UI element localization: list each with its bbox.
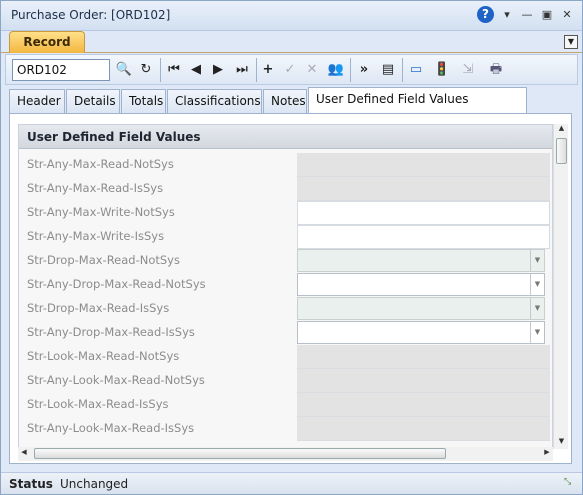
help-icon[interactable]: ? bbox=[477, 6, 494, 23]
vertical-scrollbar[interactable]: ▲ ▼ bbox=[553, 124, 568, 449]
udf-field-label: Str-Any-Drop-Max-Read-NotSys bbox=[27, 277, 206, 291]
dropdown-arrow-icon[interactable]: ▼ bbox=[530, 322, 544, 343]
udf-readonly-field bbox=[297, 417, 550, 441]
window-view-icon[interactable]: ▭ bbox=[406, 60, 426, 80]
section-title: User Defined Field Values bbox=[19, 125, 552, 149]
list-view-icon[interactable]: ▤ bbox=[378, 60, 398, 80]
dropdown-arrow-icon[interactable]: ▼ bbox=[530, 298, 544, 319]
udf-field-row: Str-Any-Max-Write-NotSys bbox=[19, 201, 552, 225]
window-controls: ? ▾ — ▣ ✕ bbox=[477, 6, 574, 23]
traffic-light-icon[interactable]: 🚦 bbox=[432, 60, 452, 80]
toolbar-separator bbox=[256, 58, 257, 82]
udf-field-row: Str-Drop-Max-Read-NotSys ▼ bbox=[19, 249, 552, 273]
scroll-down-icon[interactable]: ▼ bbox=[554, 437, 569, 449]
toolbar-separator bbox=[402, 58, 403, 82]
udf-field-label: Str-Drop-Max-Read-NotSys bbox=[27, 253, 180, 267]
export-icon[interactable]: ⇲ bbox=[458, 60, 478, 80]
udf-field-label: Str-Any-Max-Read-NotSys bbox=[27, 157, 174, 171]
save-check-icon[interactable]: ✓ bbox=[280, 60, 300, 80]
maximize-icon[interactable]: ▣ bbox=[540, 8, 554, 22]
udf-field-row: Str-Drop-Max-Read-IsSys ▼ bbox=[19, 297, 552, 321]
udf-field-row: Str-Any-Drop-Max-Read-IsSys ▼ bbox=[19, 321, 552, 345]
status-label: Status bbox=[9, 477, 53, 491]
scroll-left-icon[interactable]: ◀ bbox=[18, 448, 30, 460]
udf-readonly-field bbox=[297, 369, 550, 393]
dropdown-arrow-icon[interactable]: ▼ bbox=[530, 250, 544, 271]
refresh-icon[interactable]: ↻ bbox=[136, 60, 156, 80]
tab-classifications[interactable]: Classifications bbox=[167, 89, 262, 113]
scroll-right-icon[interactable]: ▶ bbox=[541, 448, 553, 460]
next-record-icon[interactable]: ▶ bbox=[208, 60, 228, 80]
udf-field-row: Str-Any-Drop-Max-Read-NotSys ▼ bbox=[19, 273, 552, 297]
udf-field-label: Str-Look-Max-Read-IsSys bbox=[27, 397, 169, 411]
dropdown-arrow-icon[interactable]: ▼ bbox=[530, 274, 544, 295]
search-icon[interactable]: 🔍 bbox=[114, 60, 134, 80]
status-bar: Status Unchanged ⤡ bbox=[1, 472, 582, 494]
udf-readonly-field bbox=[297, 177, 550, 201]
udf-field-label: Str-Any-Drop-Max-Read-IsSys bbox=[27, 325, 195, 339]
tab-notes[interactable]: Notes bbox=[263, 89, 307, 113]
udf-readonly-field bbox=[297, 345, 550, 369]
toolbar-separator bbox=[160, 58, 161, 82]
udf-dropdown[interactable]: ▼ bbox=[297, 249, 545, 272]
record-tab[interactable]: Record bbox=[9, 31, 85, 53]
udf-field-row: Str-Any-Max-Write-IsSys bbox=[19, 225, 552, 249]
users-icon[interactable]: 👥 bbox=[326, 60, 346, 80]
udf-readonly-field bbox=[297, 153, 550, 177]
previous-record-icon[interactable]: ◀ bbox=[186, 60, 206, 80]
resize-grip-icon[interactable]: ⤡ bbox=[564, 477, 578, 491]
udf-section: User Defined Field Values Str-Any-Max-Re… bbox=[18, 124, 553, 449]
udf-text-input[interactable] bbox=[297, 201, 550, 225]
status-value: Unchanged bbox=[60, 477, 129, 491]
udf-field-row: Str-Any-Look-Max-Read-IsSys bbox=[19, 417, 552, 441]
tab-header[interactable]: Header bbox=[9, 89, 65, 113]
udf-field-label: Str-Any-Max-Write-NotSys bbox=[27, 205, 175, 219]
udf-field-label: Str-Any-Look-Max-Read-NotSys bbox=[27, 373, 205, 387]
scroll-up-icon[interactable]: ▲ bbox=[554, 124, 569, 136]
print-icon[interactable]: 🖶 bbox=[486, 60, 506, 80]
collapse-icon[interactable]: ▼ bbox=[564, 35, 578, 49]
tab-user-defined-field-values[interactable]: User Defined Field Values bbox=[308, 87, 527, 114]
udf-dropdown[interactable]: ▼ bbox=[297, 321, 545, 344]
minimize-icon[interactable]: — bbox=[520, 8, 534, 22]
cancel-icon[interactable]: ✕ bbox=[302, 60, 322, 80]
tab-details[interactable]: Details bbox=[66, 89, 120, 113]
toolbar-separator bbox=[350, 58, 351, 82]
udf-field-label: Str-Any-Max-Read-IsSys bbox=[27, 181, 164, 195]
dropdown-arrow-icon[interactable]: ▾ bbox=[500, 8, 514, 22]
udf-field-row: Str-Look-Max-Read-NotSys bbox=[19, 345, 552, 369]
udf-field-row: Str-Any-Look-Max-Read-NotSys bbox=[19, 369, 552, 393]
horizontal-scrollbar[interactable]: ◀ ▶ bbox=[18, 447, 553, 461]
add-icon[interactable]: + bbox=[258, 60, 278, 80]
record-toolbar: 🔍 ↻ ⏮ ◀ ▶ ⏭ + ✓ ✕ 👥 » ▤ ▭ 🚦 ⇲ 🖶 bbox=[5, 54, 578, 85]
udf-dropdown[interactable]: ▼ bbox=[297, 297, 545, 320]
record-search-input[interactable] bbox=[12, 59, 110, 81]
udf-field-label: Str-Drop-Max-Read-IsSys bbox=[27, 301, 170, 315]
last-record-icon[interactable]: ⏭ bbox=[232, 60, 252, 80]
record-strip: Record ▼ bbox=[1, 31, 582, 53]
horizontal-scroll-thumb[interactable] bbox=[34, 448, 446, 459]
udf-field-row: Str-Any-Max-Read-NotSys bbox=[19, 153, 552, 177]
udf-readonly-field bbox=[297, 393, 550, 417]
tab-totals[interactable]: Totals bbox=[121, 89, 166, 113]
close-icon[interactable]: ✕ bbox=[560, 8, 574, 22]
udf-field-label: Str-Any-Max-Write-IsSys bbox=[27, 229, 165, 243]
udf-field-row: Str-Any-Max-Read-IsSys bbox=[19, 177, 552, 201]
udf-field-label: Str-Any-Look-Max-Read-IsSys bbox=[27, 421, 195, 435]
udf-text-input[interactable] bbox=[297, 225, 550, 249]
vertical-scroll-thumb[interactable] bbox=[556, 138, 567, 164]
udf-field-row: Str-Look-Max-Read-IsSys bbox=[19, 393, 552, 417]
tab-content-panel: User Defined Field Values Str-Any-Max-Re… bbox=[9, 113, 572, 464]
first-record-icon[interactable]: ⏮ bbox=[164, 60, 184, 80]
title-bar: Purchase Order: [ORD102] ? ▾ — ▣ ✕ bbox=[1, 1, 582, 31]
purchase-order-window: Purchase Order: [ORD102] ? ▾ — ▣ ✕ Recor… bbox=[0, 0, 583, 495]
udf-dropdown[interactable]: ▼ bbox=[297, 273, 545, 296]
window-title: Purchase Order: [ORD102] bbox=[11, 8, 171, 22]
more-icon[interactable]: » bbox=[354, 60, 374, 80]
udf-field-label: Str-Look-Max-Read-NotSys bbox=[27, 349, 180, 363]
